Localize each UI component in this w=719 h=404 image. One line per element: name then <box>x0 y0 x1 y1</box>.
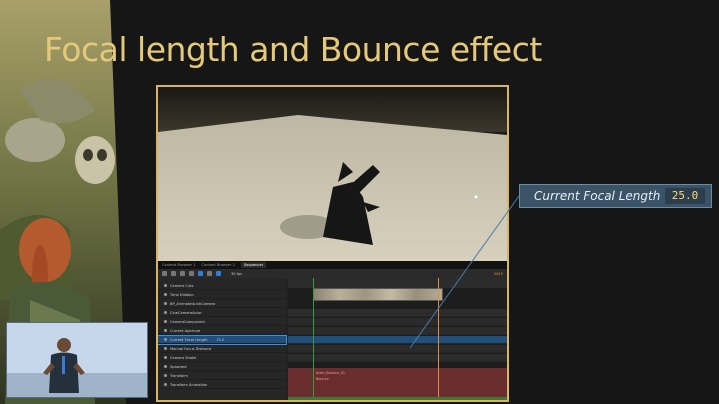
track-icon <box>164 374 167 377</box>
track-icon <box>164 302 167 305</box>
timeline-tracks[interactable]: Anim_Bounce_01 Bounce <box>288 278 507 400</box>
bounce-track-label: Bounce <box>316 377 329 381</box>
track-outliner: Camera Cuts Time Dilation BP_AnimatedLin… <box>158 278 287 400</box>
track-row[interactable]: Time Dilation <box>158 291 286 299</box>
sequencer-panel: Content Browser 1 Content Browser 2 Sequ… <box>158 261 507 400</box>
track-lane-focal-length[interactable] <box>288 336 507 344</box>
callout-value: 25.0 <box>665 188 705 204</box>
track-label: Camera Cuts <box>170 283 194 288</box>
track-icon <box>164 338 167 341</box>
tab-content-browser-1[interactable]: Content Browser 1 <box>162 262 195 268</box>
viewport-scene <box>158 87 507 261</box>
sequencer-body: Camera Cuts Time Dilation BP_AnimatedLin… <box>158 278 507 400</box>
track-icon <box>164 356 167 359</box>
slide-title: Focal length and Bounce effect <box>44 30 542 69</box>
track-icon <box>164 284 167 287</box>
track-row[interactable]: Manual Focus Distance <box>158 345 286 353</box>
render-icon[interactable] <box>189 271 194 276</box>
track-label: Camera Shake <box>170 355 197 360</box>
track-row[interactable]: CameraComponent <box>158 318 286 326</box>
track-row[interactable]: Current Aperture <box>158 327 286 335</box>
playback-range-bar <box>288 397 507 400</box>
presenter-webcam <box>6 322 148 398</box>
track-icon <box>164 311 167 314</box>
track-label: Spawned <box>170 364 187 369</box>
track-label: CineCameraActor <box>170 310 202 315</box>
presenter-video <box>7 323 147 397</box>
track-lane <box>288 354 507 362</box>
editor-screenshot: Content Browser 1 Content Browser 2 Sequ… <box>156 85 509 402</box>
bounce-section-label: Anim_Bounce_01 <box>316 371 346 375</box>
camera-icon[interactable] <box>180 271 185 276</box>
sequencer-tabs: Content Browser 1 Content Browser 2 Sequ… <box>158 261 507 269</box>
track-icon <box>164 347 167 350</box>
focal-length-callout: Current Focal Length 25.0 <box>519 184 712 208</box>
track-row-focal-length[interactable]: Current Focal Length 25.0 <box>158 335 287 345</box>
playhead[interactable] <box>438 278 439 400</box>
tab-sequencer[interactable]: Sequencer <box>240 262 267 268</box>
start-marker[interactable] <box>313 278 314 400</box>
callout-label: Current Focal Length <box>534 189 661 203</box>
track-icon <box>164 383 167 386</box>
track-icon <box>164 365 167 368</box>
save-icon[interactable] <box>162 271 167 276</box>
timecode-display: 0045 <box>493 271 503 276</box>
track-icon <box>164 320 167 323</box>
track-lane <box>288 318 507 326</box>
track-icon <box>164 329 167 332</box>
track-label: BP_AnimatedLinkCamera <box>170 301 216 306</box>
fps-selector[interactable]: 30 fps <box>231 272 242 276</box>
track-row[interactable]: Spawned <box>158 363 286 371</box>
snap-icon[interactable] <box>198 271 203 276</box>
track-value[interactable]: 25.0 <box>217 338 225 342</box>
curve-icon[interactable] <box>207 271 212 276</box>
track-lane <box>288 309 507 317</box>
track-lane <box>288 345 507 353</box>
track-label: Manual Focus Distance <box>170 346 212 351</box>
sequencer-toolbar: 30 fps 0045 <box>158 269 507 278</box>
track-label: Transform Animation <box>170 382 208 387</box>
time-ruler[interactable] <box>288 278 507 288</box>
track-label: Transform <box>170 373 188 378</box>
track-icon <box>164 293 167 296</box>
track-row[interactable]: Transform <box>158 372 286 380</box>
track-row[interactable]: Camera Cuts <box>158 282 286 290</box>
track-row[interactable]: Transform Animation <box>158 381 286 389</box>
browse-icon[interactable] <box>171 271 176 276</box>
track-row[interactable]: BP_AnimatedLinkCamera <box>158 300 286 308</box>
track-label: Time Dilation <box>170 292 194 297</box>
tab-content-browser-2[interactable]: Content Browser 2 <box>201 262 234 268</box>
track-label: Current Aperture <box>170 328 201 333</box>
track-lane <box>288 327 507 335</box>
track-label: CameraComponent <box>170 319 205 324</box>
track-row[interactable]: Camera Shake <box>158 354 286 362</box>
key-icon[interactable] <box>216 271 221 276</box>
camera-cut-thumbnails[interactable] <box>313 288 443 301</box>
level-viewport <box>158 87 507 261</box>
track-row[interactable]: CineCameraActor <box>158 309 286 317</box>
track-label: Current Focal Length <box>170 337 208 342</box>
